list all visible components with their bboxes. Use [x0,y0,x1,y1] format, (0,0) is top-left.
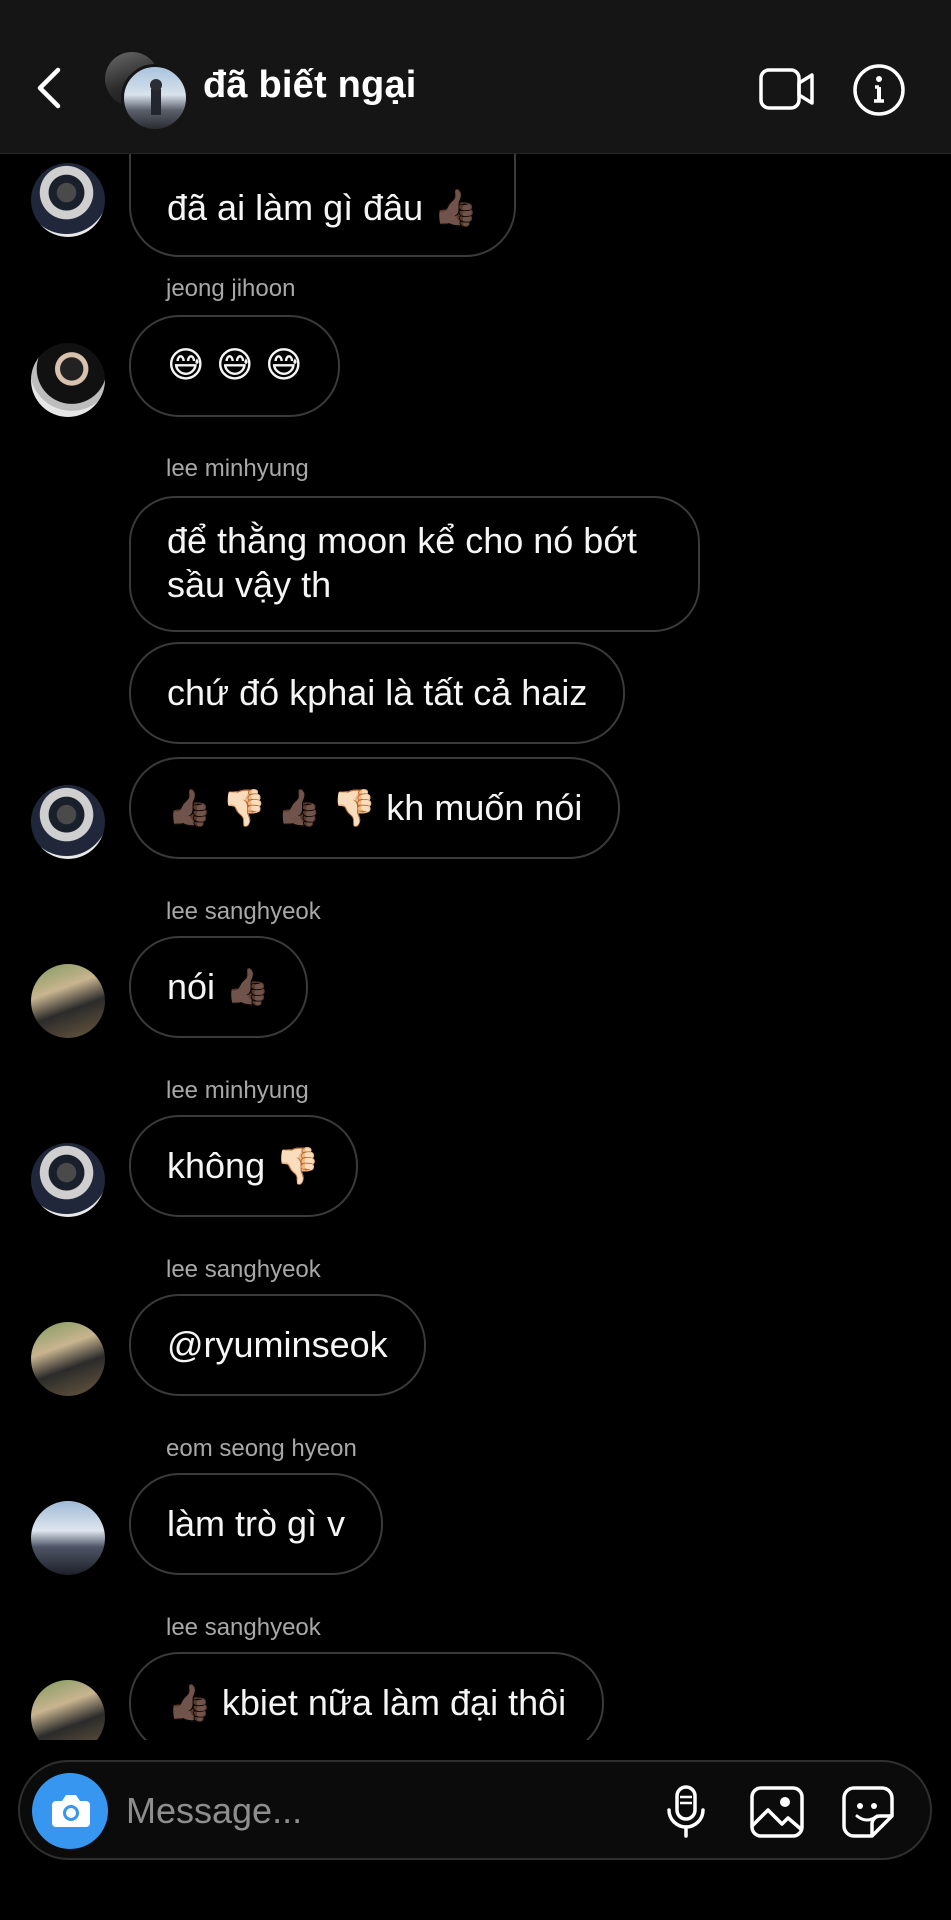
back-button[interactable] [30,60,72,116]
message-text: không 👎🏻 [167,1145,320,1186]
group-avatar-front [121,64,189,132]
sender-name: jeong jihoon [166,275,296,302]
sender-name: lee sanghyeok [166,1614,321,1641]
microphone-icon [667,1785,705,1838]
chat-header: đã biết ngại [0,0,951,154]
video-call-button[interactable] [758,65,816,113]
info-button[interactable] [852,63,906,117]
message-bubble[interactable]: đã ai làm gì đâu 👍🏿 [129,154,516,257]
group-avatar[interactable] [105,52,189,132]
chevron-left-icon [37,67,61,109]
avatar[interactable] [31,1501,105,1575]
avatar[interactable] [31,785,105,859]
message-input[interactable] [124,1780,628,1842]
message-text: chứ đó kphai là tất cả haiz [167,672,588,713]
message-text: @ryuminseok [167,1324,388,1365]
video-camera-icon [759,68,814,110]
avatar[interactable] [31,1680,105,1740]
camera-button[interactable] [32,1773,108,1849]
message-text: nói 👍🏿 [167,966,270,1007]
sticker-button[interactable] [840,1784,896,1840]
gallery-button[interactable] [748,1784,806,1840]
chat-title[interactable]: đã biết ngại [203,64,417,107]
message-text: 👍🏿 👎🏻 👍🏿 👎🏻 kh muốn nói [167,787,583,828]
message-bubble[interactable]: 👍🏿 👎🏻 👍🏿 👎🏻 kh muốn nói [129,757,621,859]
message-composer [18,1760,932,1860]
message-bubble[interactable]: chứ đó kphai là tất cả haiz [129,642,626,744]
message-bubble[interactable]: 😅 😅 😅 [129,315,341,417]
message-text: làm trò gì v [167,1503,346,1544]
camera-icon [52,1795,90,1827]
sender-name: eom seong hyeon [166,1435,357,1462]
voice-message-button[interactable] [660,1784,712,1840]
avatar[interactable] [31,1322,105,1396]
message-bubble[interactable]: @ryuminseok [129,1294,426,1396]
message-bubble[interactable]: không 👎🏻 [129,1115,358,1217]
message-text: 😅 😅 😅 [167,345,303,386]
sticker-icon [842,1786,894,1838]
avatar[interactable] [31,964,105,1038]
message-text: 👍🏿 kbiet nữa làm đại thôi [167,1682,567,1723]
avatar[interactable] [31,343,105,417]
avatar[interactable] [31,163,105,237]
sender-name: lee minhyung [166,1077,309,1104]
info-icon [853,64,905,116]
message-text: để thằng moon kể cho nó bớt sầu vậy th [167,520,637,605]
sender-name: lee minhyung [166,455,309,482]
message-text: đã ai làm gì đâu 👍🏿 [167,187,478,228]
message-thread[interactable]: đã ai làm gì đâu 👍🏿 jeong jihoon 😅 😅 😅 l… [0,154,951,1740]
avatar[interactable] [31,1143,105,1217]
message-bubble[interactable]: làm trò gì v [129,1473,384,1575]
sender-name: lee sanghyeok [166,1256,321,1283]
sender-name: lee sanghyeok [166,898,321,925]
image-icon [750,1786,804,1838]
message-bubble[interactable]: 👍🏿 kbiet nữa làm đại thôi [129,1652,605,1740]
message-bubble[interactable]: để thằng moon kể cho nó bớt sầu vậy th [129,496,700,632]
message-bubble[interactable]: nói 👍🏿 [129,936,308,1038]
